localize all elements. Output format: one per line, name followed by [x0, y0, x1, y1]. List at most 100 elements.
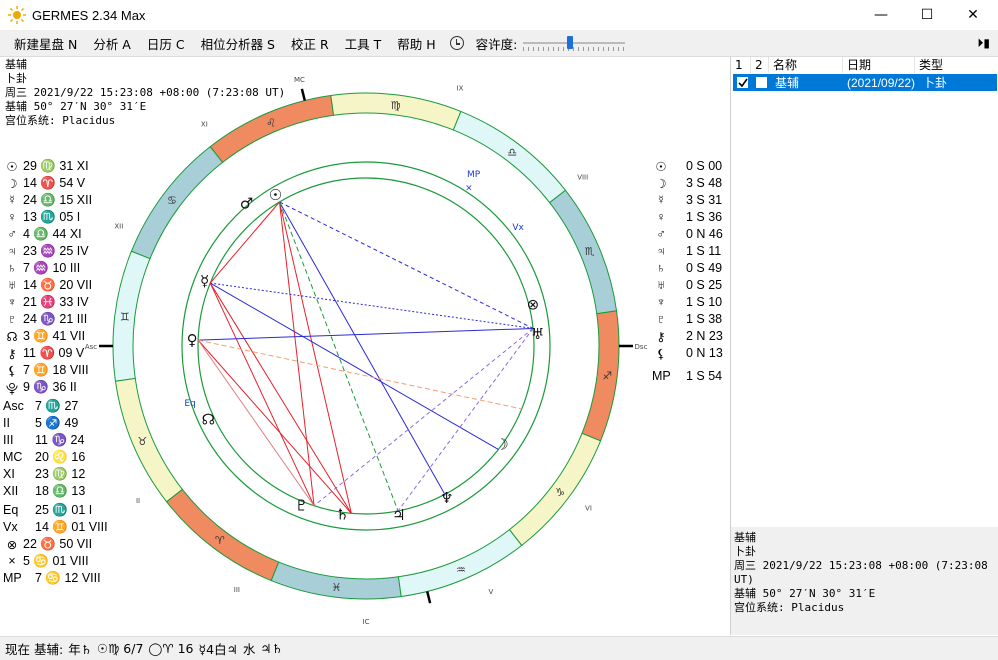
declination-value: 1 S 38 — [686, 312, 723, 326]
position-glyph: III — [3, 433, 14, 447]
slider-thumb[interactable] — [566, 36, 573, 49]
planet-glyph: ♅ — [531, 325, 544, 343]
col-1[interactable]: 1 — [731, 57, 751, 73]
position-glyph: Asc — [3, 399, 24, 413]
declination-glyph: ☽ — [655, 177, 667, 191]
natal-wheel: ♌♋♊♉♈♓♒♑♐♏♎♍IXVIIIDscVIVICIIIIIAscXIIXIM… — [85, 76, 648, 626]
slider-track — [523, 42, 626, 44]
zodiac-sign-glyph: ♑ — [555, 486, 565, 499]
col-type[interactable]: 类型 — [915, 57, 998, 73]
point-label: × — [465, 183, 473, 193]
tolerance-slider[interactable] — [523, 35, 626, 51]
declination-value: 0 N 13 — [686, 346, 723, 360]
aspect-line — [278, 201, 352, 514]
menu-rectify[interactable]: 校正 R — [283, 34, 337, 53]
declination-glyph: ♄ — [656, 261, 666, 275]
aspect-line — [397, 328, 534, 512]
details-datetime: 周三 2021/9/22 15:23:08 +08:00 (7:23:08 UT… — [734, 559, 988, 586]
aspect-line — [209, 282, 499, 450]
aspect-line — [197, 339, 315, 507]
zodiac-sign-glyph: ♓ — [331, 581, 341, 594]
expand-panel-icon[interactable]: ⏵▮ — [977, 36, 990, 51]
position-value: 7 ♊ 18 VIII — [23, 363, 89, 377]
declination-value: 0 S 00 — [686, 159, 723, 173]
position-glyph: ⯓ — [5, 382, 19, 396]
position-glyph: ☉ — [6, 160, 18, 174]
position-glyph: MC — [3, 450, 23, 464]
position-glyph: MP — [3, 571, 22, 585]
title-bar: GERMES 2.34 Max — ☐ ✕ — [0, 0, 998, 30]
details-location: 基辅 50° 27′N 30° 31′E — [734, 587, 876, 600]
house-label: MC — [294, 76, 305, 84]
position-value: 14 ♊ 01 VIII — [35, 520, 108, 534]
position-glyph: ⊗ — [6, 538, 18, 552]
aspect-line — [210, 282, 534, 329]
house-label: Dsc — [635, 343, 648, 351]
house-label: IC — [363, 618, 370, 626]
declination-value: 0 N 46 — [686, 227, 723, 241]
declination-value: 3 S 48 — [686, 176, 723, 190]
aspect-line — [279, 201, 446, 495]
list-item[interactable]: 基辅 (2021/09/22) 卜卦 — [733, 74, 997, 91]
house-label: VI — [585, 505, 592, 513]
tolerance-label: 容许度: — [475, 36, 518, 52]
checkbox-2[interactable] — [756, 77, 767, 88]
menu-analysis[interactable]: 分析 A — [85, 34, 139, 53]
chart-info: 基辅 卜卦 周三 2021/9/22 15:23:08 +08:00 (7:23… — [5, 58, 285, 128]
zodiac-sign-glyph: ♎ — [507, 146, 517, 159]
menu-calendar[interactable]: 日历 C — [139, 34, 193, 53]
position-glyph: Eq — [3, 503, 19, 517]
position-value: 14 ♉ 20 VII — [23, 278, 93, 292]
position-glyph: XII — [3, 484, 19, 498]
clock-icon[interactable] — [449, 36, 464, 50]
list-header: 1 2 名称 日期 类型 — [731, 57, 998, 73]
status-sun: ☉♍ 6/7 — [96, 641, 144, 656]
col-date[interactable]: 日期 — [843, 57, 915, 73]
planet-glyph: ♂ — [240, 195, 253, 213]
declination-value: 1 S 11 — [686, 244, 722, 258]
position-value: 11 ♈ 09 V — [23, 346, 85, 360]
planet-glyph: ♄ — [336, 505, 349, 523]
chart-name: 基辅 — [5, 58, 27, 71]
position-value: 5 ♐ 49 — [35, 416, 79, 430]
house-label: III — [234, 586, 240, 594]
status-jupiter-saturn: ♃♄ — [260, 641, 283, 656]
declination-glyph: ⚸ — [656, 347, 666, 361]
position-glyph: ♂ — [7, 227, 17, 241]
house-label: VIII — [577, 174, 588, 182]
position-glyph: ♀ — [7, 210, 17, 224]
menu-bar: 新建星盘 N 分析 A 日历 C 相位分析器 S 校正 R 工具 T 帮助 H … — [0, 30, 998, 57]
planet-glyph: ♃ — [392, 506, 405, 524]
declination-glyph: ♀ — [656, 210, 666, 224]
menu-aspect-analyzer[interactable]: 相位分析器 S — [193, 34, 283, 53]
close-button[interactable]: ✕ — [950, 0, 996, 30]
declination-glyph: ♂ — [656, 227, 666, 241]
aspect-line — [209, 282, 315, 506]
position-glyph: Vx — [3, 520, 18, 534]
zodiac-sign-glyph: ♈ — [215, 534, 225, 547]
position-value: 29 ♍ 31 XI — [23, 159, 89, 173]
declination-glyph: ☿ — [656, 193, 666, 207]
col-2[interactable]: 2 — [751, 57, 769, 73]
declination-value: 1 S 10 — [686, 295, 723, 309]
house-label: IX — [457, 85, 464, 93]
details-pane: 基辅 卜卦 周三 2021/9/22 15:23:08 +08:00 (7:23… — [731, 527, 998, 635]
col-name[interactable]: 名称 — [769, 57, 843, 73]
planet-glyph: ⊗ — [527, 295, 540, 313]
position-value: 4 ♎ 44 XI — [23, 227, 82, 241]
zodiac-sign-glyph: ♋ — [167, 194, 177, 207]
status-label: 现在 基辅: — [5, 642, 64, 657]
minimize-button[interactable]: — — [858, 0, 904, 30]
chart-location: 基辅 50° 27′N 30° 31′E — [5, 100, 147, 113]
menu-help[interactable]: 帮助 H — [389, 34, 443, 53]
position-glyph: II — [3, 416, 10, 430]
position-glyph: ⚷ — [7, 347, 17, 361]
aspect-line — [209, 201, 280, 284]
menu-tools[interactable]: 工具 T — [337, 34, 390, 53]
house-label: V — [488, 588, 493, 596]
position-value: 9 ♑ 36 II — [23, 380, 77, 394]
position-value: 18 ♎ 13 — [35, 484, 86, 498]
maximize-button[interactable]: ☐ — [904, 0, 950, 30]
checkbox-1[interactable] — [737, 77, 748, 88]
menu-new-chart[interactable]: 新建星盘 N — [6, 34, 85, 53]
